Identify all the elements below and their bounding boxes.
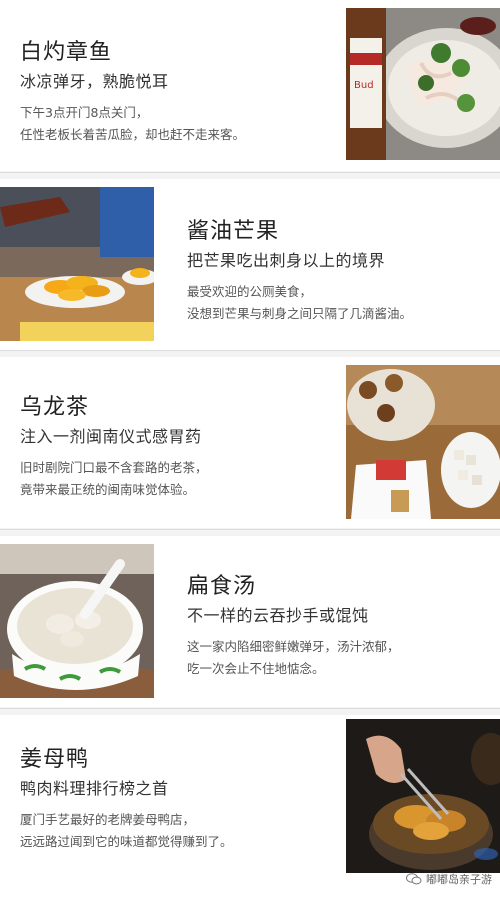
desc-line: 旧时剧院门口最不含套路的老茶，	[20, 460, 208, 475]
card-text: 酱油芒果 把芒果吃出刺身以上的境界 最受欢迎的公厕美食， 没想到芒果与刺身之间只…	[187, 219, 412, 325]
page: 白灼章鱼 冰凉弹牙，熟脆悦耳 下午3点开门8点关门， 任性老板长着苦瓜脸，却也赶…	[0, 0, 500, 901]
food-card-bianshi-soup: 扁食汤 不一样的云吞抄手或馄饨 这一家内陷细密鲜嫩弹牙，汤汁浓郁， 吃一次会止不…	[0, 536, 500, 707]
card-text: 姜母鸭 鸭肉料理排行榜之首 厦门手艺最好的老牌姜母鸭店， 远远路过闻到它的味道都…	[20, 747, 233, 853]
desc-line: 下午3点开门8点关门，	[20, 105, 149, 120]
card-description: 厦门手艺最好的老牌姜母鸭店， 远远路过闻到它的味道都觉得赚到了。	[20, 809, 233, 853]
food-card-octopus: 白灼章鱼 冰凉弹牙，熟脆悦耳 下午3点开门8点关门， 任性老板长着苦瓜脸，却也赶…	[0, 0, 500, 171]
divider	[0, 529, 500, 530]
tea-photo	[346, 365, 500, 519]
card-description: 下午3点开门8点关门， 任性老板长着苦瓜脸，却也赶不走来客。	[20, 102, 245, 146]
desc-line: 任性老板长着苦瓜脸，却也赶不走来客。	[20, 127, 246, 142]
card-text: 乌龙茶 注入一剂闽南仪式感胃药 旧时剧院门口最不含套路的老茶， 竟带来最正统的闽…	[20, 395, 208, 501]
octopus-photo: Bud	[346, 8, 500, 160]
desc-line: 这一家内陷细密鲜嫩弹牙，汤汁浓郁，	[187, 639, 400, 654]
watermark-text: 嘟嘟岛亲子游	[426, 873, 492, 886]
card-description: 最受欢迎的公厕美食， 没想到芒果与刺身之间只隔了几滴酱油。	[187, 281, 412, 325]
card-subtitle: 鸭肉料理排行榜之首	[20, 779, 169, 798]
wechat-icon	[406, 873, 422, 885]
card-title: 酱油芒果	[187, 219, 280, 244]
desc-line: 最受欢迎的公厕美食，	[187, 284, 313, 299]
card-subtitle: 冰凉弹牙，熟脆悦耳	[20, 72, 169, 91]
svg-text:Bud: Bud	[354, 80, 374, 91]
desc-line: 竟带来最正统的闽南味觉体验。	[20, 482, 196, 497]
card-subtitle: 注入一剂闽南仪式感胃药	[20, 427, 202, 446]
card-text: 扁食汤 不一样的云吞抄手或馄饨 这一家内陷细密鲜嫩弹牙，汤汁浓郁， 吃一次会止不…	[187, 574, 400, 680]
divider	[0, 350, 500, 351]
card-title: 扁食汤	[187, 574, 257, 599]
desc-line: 厦门手艺最好的老牌姜母鸭店，	[20, 812, 196, 827]
card-text: 白灼章鱼 冰凉弹牙，熟脆悦耳 下午3点开门8点关门， 任性老板长着苦瓜脸，却也赶…	[20, 40, 245, 146]
divider	[0, 708, 500, 709]
mango-photo	[0, 187, 154, 341]
card-subtitle: 把芒果吃出刺身以上的境界	[187, 251, 386, 270]
card-title: 乌龙茶	[20, 395, 90, 420]
card-description: 旧时剧院门口最不含套路的老茶， 竟带来最正统的闽南味觉体验。	[20, 457, 208, 501]
food-card-oolong-tea: 乌龙茶 注入一剂闽南仪式感胃药 旧时剧院门口最不含套路的老茶， 竟带来最正统的闽…	[0, 357, 500, 528]
watermark: 嘟嘟岛亲子游	[406, 871, 492, 887]
card-subtitle: 不一样的云吞抄手或馄饨	[187, 606, 369, 625]
ginger-duck-photo	[346, 719, 500, 873]
desc-line: 远远路过闻到它的味道都觉得赚到了。	[20, 834, 233, 849]
food-card-mango: 酱油芒果 把芒果吃出刺身以上的境界 最受欢迎的公厕美食， 没想到芒果与刺身之间只…	[0, 179, 500, 350]
desc-line: 吃一次会止不住地惦念。	[187, 661, 325, 676]
card-title: 白灼章鱼	[20, 40, 113, 65]
desc-line: 没想到芒果与刺身之间只隔了几滴酱油。	[187, 306, 413, 321]
divider	[0, 172, 500, 173]
card-description: 这一家内陷细密鲜嫩弹牙，汤汁浓郁， 吃一次会止不住地惦念。	[187, 636, 400, 680]
card-title: 姜母鸭	[20, 747, 90, 772]
soup-photo	[0, 544, 154, 698]
